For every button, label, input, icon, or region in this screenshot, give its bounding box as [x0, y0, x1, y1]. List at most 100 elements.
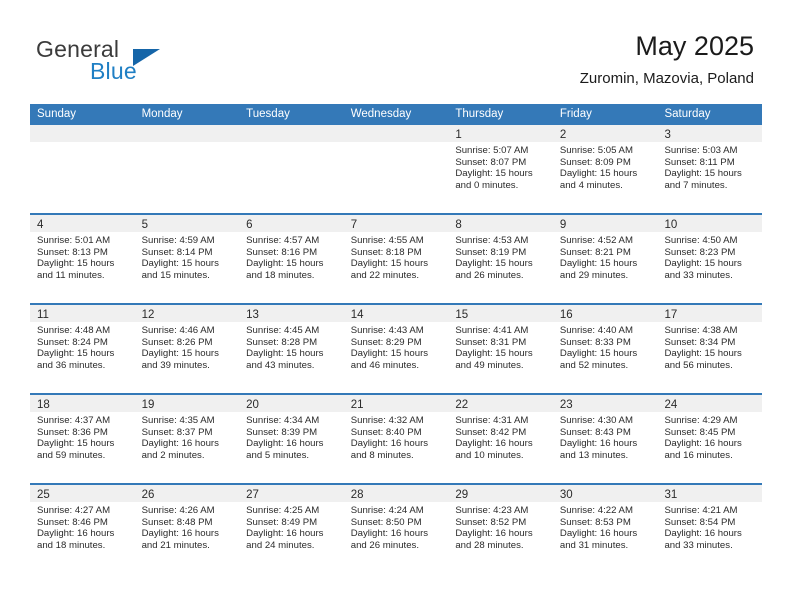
day-cell[interactable]: 9 Sunrise: 4:52 AM Sunset: 8:21 PM Daylight…	[552, 215, 658, 303]
generalblue-logo[interactable]: General Blue	[36, 36, 266, 88]
day-number-band: 29	[448, 485, 553, 502]
day-cell[interactable]	[343, 125, 449, 213]
day-cell[interactable]: 5 Sunrise: 4:59 AM Sunset: 8:14 PM Daylight…	[134, 215, 240, 303]
day-cell[interactable]: 2 Sunrise: 5:05 AM Sunset: 8:09 PM Daylight…	[552, 125, 658, 213]
daylight-line-2: and 31 minutes.	[559, 539, 629, 551]
day-cell[interactable]: 1 Sunrise: 5:07 AM Sunset: 8:07 PM Daylight…	[448, 125, 553, 213]
day-number: 31	[664, 489, 678, 501]
sunrise-line: Sunrise: 4:53 AM	[455, 235, 529, 246]
sunrise-line: Sunrise: 5:05 AM	[559, 145, 633, 156]
sunset-line: Sunset: 8:18 PM	[350, 246, 422, 258]
day-number-band: 16	[552, 305, 658, 322]
day-details	[30, 142, 135, 145]
day-number-band: 6	[239, 215, 344, 232]
daylight-line-1: Daylight: 15 hours	[664, 348, 742, 360]
day-number-band: 8	[448, 215, 553, 232]
week-row: 4 Sunrise: 5:01 AM Sunset: 8:13 PM Daylight…	[30, 213, 763, 303]
sunset-line: Sunset: 8:24 PM	[37, 336, 108, 348]
day-cell[interactable]: 4 Sunrise: 5:01 AM Sunset: 8:13 PM Daylight…	[30, 215, 135, 303]
day-number: 14	[350, 309, 364, 321]
day-cell[interactable]: 21 Sunrise: 4:32 AM Sunset: 8:40 PM Dayligh…	[343, 395, 449, 483]
daylight-line-1: Daylight: 16 hours	[559, 438, 638, 450]
day-cell[interactable]: 7 Sunrise: 4:55 AM Sunset: 8:18 PM Daylight…	[343, 215, 449, 303]
weekday-tuesday: Tuesday	[246, 108, 290, 120]
daylight-line-1: Daylight: 15 hours	[246, 348, 324, 360]
day-cell[interactable]: 10 Sunrise: 4:50 AM Sunset: 8:23 PM Dayligh…	[657, 215, 763, 303]
day-cell[interactable]: 26 Sunrise: 4:26 AM Sunset: 8:48 PM Dayligh…	[134, 485, 240, 573]
day-cell[interactable]: 27 Sunrise: 4:25 AM Sunset: 8:49 PM Dayligh…	[239, 485, 344, 573]
daylight-line-2: and 21 minutes.	[141, 539, 210, 551]
day-cell[interactable]: 14 Sunrise: 4:43 AM Sunset: 8:29 PM Dayligh…	[343, 305, 449, 393]
day-cell[interactable]: 17 Sunrise: 4:38 AM Sunset: 8:34 PM Dayligh…	[657, 305, 763, 393]
day-cell[interactable]: 31 Sunrise: 4:21 AM Sunset: 8:54 PM Dayligh…	[657, 485, 763, 573]
sunset-line: Sunset: 8:21 PM	[559, 246, 631, 258]
daylight-line-2: and 52 minutes.	[559, 359, 629, 371]
day-details	[239, 142, 344, 145]
sunrise-line: Sunrise: 4:43 AM	[350, 325, 424, 336]
day-cell[interactable]: 22 Sunrise: 4:31 AM Sunset: 8:42 PM Dayligh…	[448, 395, 553, 483]
day-cell[interactable]: 13 Sunrise: 4:45 AM Sunset: 8:28 PM Dayligh…	[239, 305, 344, 393]
daylight-line-1: Daylight: 15 hours	[37, 438, 115, 450]
day-cell[interactable]: 23 Sunrise: 4:30 AM Sunset: 8:43 PM Dayligh…	[552, 395, 658, 483]
day-cell[interactable]	[134, 125, 240, 213]
daylight-line-2: and 10 minutes.	[455, 449, 524, 461]
daylight-line-2: and 7 minutes.	[664, 179, 728, 191]
day-cell[interactable]: 25 Sunrise: 4:27 AM Sunset: 8:46 PM Dayligh…	[30, 485, 135, 573]
day-number: 28	[350, 489, 364, 501]
sunrise-line: Sunrise: 5:01 AM	[37, 235, 111, 246]
day-number-band: 22	[448, 395, 553, 412]
day-number-band: 28	[343, 485, 449, 502]
day-number	[239, 129, 246, 141]
sunset-line: Sunset: 8:31 PM	[455, 336, 527, 348]
day-details: Sunrise: 4:55 AM Sunset: 8:18 PM Daylight:…	[344, 232, 449, 281]
daylight-line-2: and 16 minutes.	[664, 449, 733, 461]
day-cell[interactable]: 11 Sunrise: 4:48 AM Sunset: 8:24 PM Dayligh…	[30, 305, 135, 393]
day-cell[interactable]: 20 Sunrise: 4:34 AM Sunset: 8:39 PM Dayligh…	[239, 395, 344, 483]
day-details: Sunrise: 4:30 AM Sunset: 8:43 PM Daylight:…	[553, 412, 658, 461]
sunset-line: Sunset: 8:54 PM	[664, 516, 736, 528]
day-cell[interactable]: 18 Sunrise: 4:37 AM Sunset: 8:36 PM Dayligh…	[30, 395, 135, 483]
day-cell[interactable]: 29 Sunrise: 4:23 AM Sunset: 8:52 PM Dayligh…	[448, 485, 553, 573]
day-cell[interactable]: 16 Sunrise: 4:40 AM Sunset: 8:33 PM Dayligh…	[552, 305, 658, 393]
day-cell[interactable]: 19 Sunrise: 4:35 AM Sunset: 8:37 PM Dayligh…	[134, 395, 240, 483]
sunset-line: Sunset: 8:39 PM	[246, 426, 318, 438]
daylight-line-2: and 46 minutes.	[350, 359, 420, 371]
day-cell[interactable]	[239, 125, 344, 213]
logo-triangle-icon	[133, 49, 160, 66]
daylight-line-2: and 33 minutes.	[664, 539, 733, 551]
day-cell[interactable]: 15 Sunrise: 4:41 AM Sunset: 8:31 PM Dayligh…	[448, 305, 553, 393]
day-number: 18	[37, 399, 50, 411]
day-details: Sunrise: 4:37 AM Sunset: 8:36 PM Daylight:…	[30, 412, 135, 461]
day-number-band: 27	[239, 485, 344, 502]
day-cell[interactable]: 8 Sunrise: 4:53 AM Sunset: 8:19 PM Daylight…	[448, 215, 553, 303]
page-subtitle: Zuromin, Mazovia, Poland	[579, 70, 754, 87]
day-cell[interactable]: 6 Sunrise: 4:57 AM Sunset: 8:16 PM Daylight…	[239, 215, 344, 303]
sunrise-line: Sunrise: 4:32 AM	[350, 415, 424, 426]
daylight-line-2: and 18 minutes.	[246, 269, 315, 281]
day-cell[interactable]: 28 Sunrise: 4:24 AM Sunset: 8:50 PM Dayligh…	[343, 485, 449, 573]
sunrise-line: Sunrise: 4:46 AM	[141, 325, 215, 336]
sunset-line: Sunset: 8:11 PM	[664, 156, 735, 168]
daylight-line-1: Daylight: 15 hours	[455, 168, 533, 180]
daylight-line-1: Daylight: 16 hours	[350, 528, 429, 540]
day-cell[interactable]: 30 Sunrise: 4:22 AM Sunset: 8:53 PM Dayligh…	[552, 485, 658, 573]
sunrise-line: Sunrise: 4:57 AM	[246, 235, 320, 246]
sunrise-line: Sunrise: 4:26 AM	[141, 505, 215, 516]
daylight-line-1: Daylight: 15 hours	[455, 258, 533, 270]
day-number-band: 10	[657, 215, 763, 232]
weekday-saturday: Saturday	[664, 108, 711, 120]
day-number-band: 24	[657, 395, 763, 412]
day-details: Sunrise: 4:50 AM Sunset: 8:23 PM Daylight:…	[657, 232, 762, 281]
day-cell[interactable]: 12 Sunrise: 4:46 AM Sunset: 8:26 PM Dayligh…	[134, 305, 240, 393]
daylight-line-2: and 26 minutes.	[455, 269, 524, 281]
day-cell[interactable]: 3 Sunrise: 5:03 AM Sunset: 8:11 PM Daylight…	[657, 125, 763, 213]
day-number-band: 2	[552, 125, 658, 142]
day-cell[interactable]	[30, 125, 135, 213]
day-details	[135, 142, 240, 145]
day-number	[135, 129, 142, 141]
day-number: 24	[664, 399, 678, 411]
daylight-line-1: Daylight: 15 hours	[455, 348, 533, 360]
day-cell[interactable]: 24 Sunrise: 4:29 AM Sunset: 8:45 PM Dayligh…	[657, 395, 763, 483]
day-number: 4	[37, 219, 44, 231]
day-number-band: 25	[30, 485, 135, 502]
